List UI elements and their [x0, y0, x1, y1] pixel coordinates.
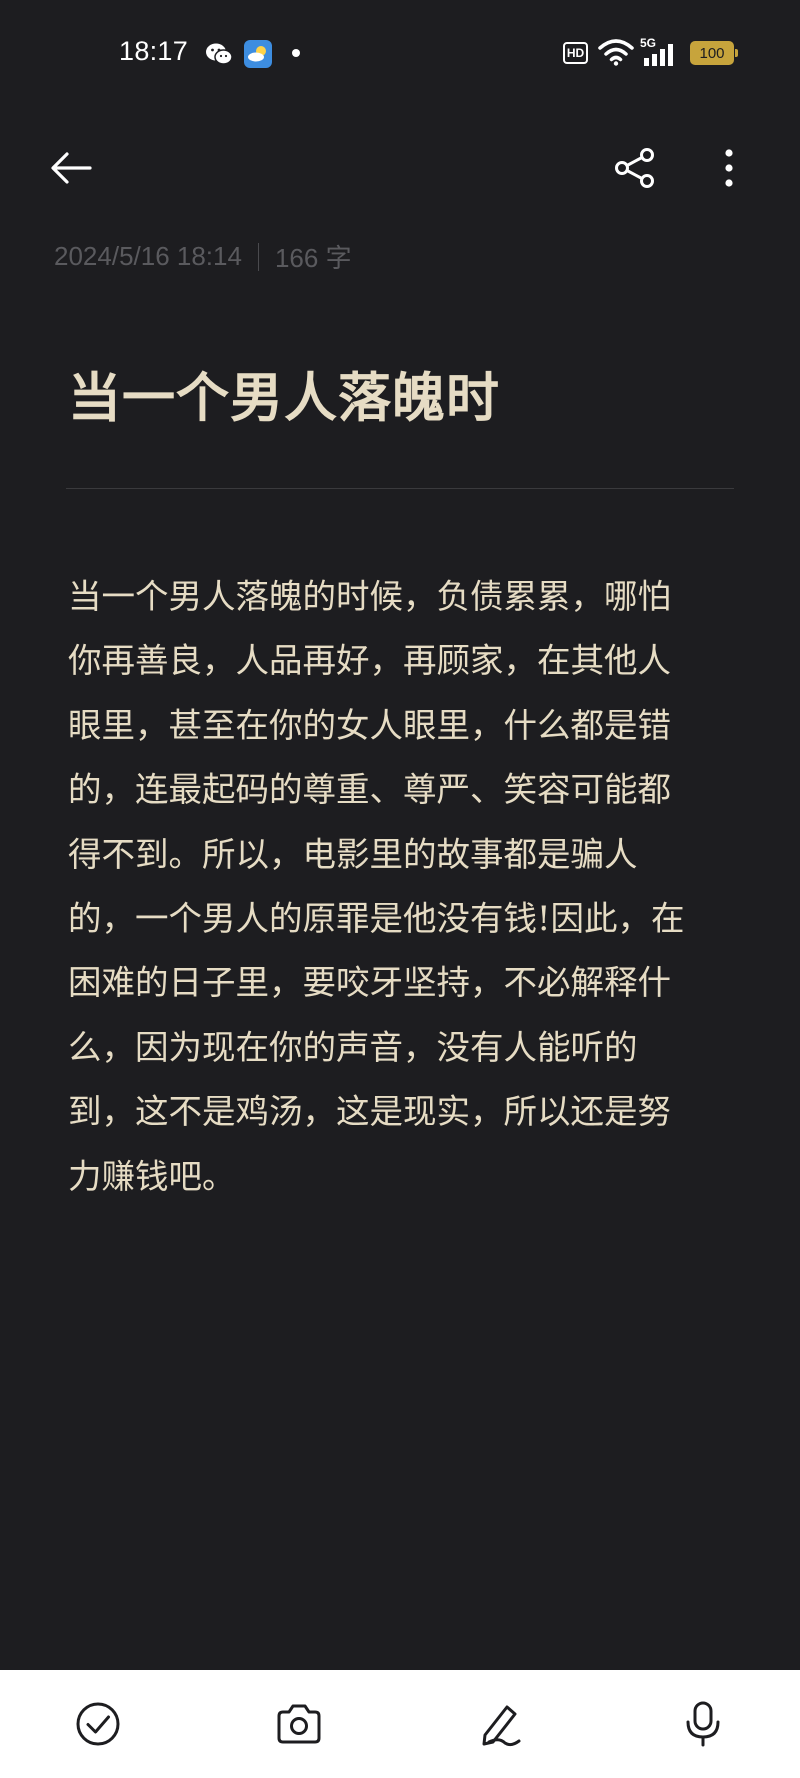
battery-icon: 100 [690, 41, 738, 65]
meta-divider [257, 242, 259, 271]
checkmark-circle-icon [76, 1702, 120, 1746]
back-button[interactable] [43, 140, 99, 196]
draw-button[interactable] [470, 1694, 530, 1754]
title-divider [66, 488, 734, 489]
note-body[interactable]: 当一个男人落魄的时候，负债累累，哪怕 你再善良，人品再好，再顾家，在其他人 眼里… [68, 565, 728, 1209]
wifi-icon [598, 39, 634, 66]
share-button[interactable] [607, 140, 663, 196]
body-line: 力赚钱吧。 [68, 1156, 236, 1196]
body-line: 的，一个男人的原罪是他没有钱!因此，在 [68, 899, 685, 939]
share-icon [615, 148, 654, 188]
body-line: 你再善良，人品再好，再顾家，在其他人 [68, 641, 671, 681]
note-date: 2024/5/16 18:14 [54, 241, 242, 271]
note-meta: 2024/5/16 18:14 166 字 [54, 238, 352, 275]
body-line: 到，这不是鸡汤，这是现实，所以还是努 [68, 1092, 671, 1132]
hd-label: HD [566, 46, 585, 60]
body-line: 困难的日子里，要咬牙坚持，不必解释什 [68, 963, 671, 1003]
5g-signal-icon: 5G [640, 36, 680, 66]
voice-button[interactable] [673, 1694, 733, 1754]
pen-icon [482, 1705, 521, 1747]
battery-body: 100 [690, 41, 734, 65]
body-line: 的，连最起码的尊重、尊严、笑容可能都 [68, 770, 671, 810]
wechat-icon [206, 43, 233, 65]
note-title[interactable]: 当一个男人落魄时 [68, 356, 500, 432]
battery-level: 100 [699, 44, 725, 62]
body-line: 么，因为现在你的声音，没有人能听的 [68, 1027, 638, 1067]
toolbar [0, 120, 800, 210]
body-line: 眼里，甚至在你的女人眼里，什么都是错 [68, 705, 671, 745]
arrow-left-icon [51, 152, 92, 184]
body-line: 当一个男人落魄的时候，负债累累，哪怕 [68, 577, 671, 616]
microphone-icon [686, 1701, 720, 1747]
more-button[interactable] [701, 140, 757, 196]
status-time: 18:17 [119, 36, 189, 66]
status-bar: 18:17 HD 5G 100 [0, 0, 800, 106]
notification-dot [292, 49, 300, 57]
camera-button[interactable] [269, 1694, 329, 1754]
checklist-button[interactable] [68, 1694, 128, 1754]
note-word-count: 166 字 [274, 243, 352, 273]
body-line: 得不到。所以，电影里的故事都是骗人 [68, 834, 638, 874]
battery-tip [735, 49, 738, 57]
weather-app-icon [244, 40, 272, 68]
bottom-toolbar [0, 1670, 800, 1778]
more-vertical-icon [725, 149, 733, 187]
hd-icon: HD [563, 42, 588, 64]
camera-icon [277, 1704, 321, 1744]
